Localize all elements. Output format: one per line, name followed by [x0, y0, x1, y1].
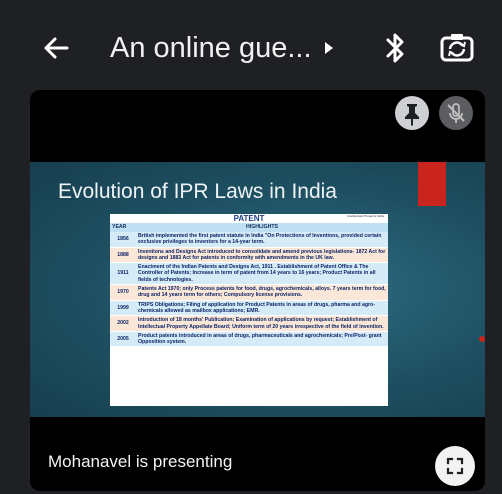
row-highlight: TRIPS Obligations; Filing of application…: [136, 300, 388, 317]
row-highlight: Enactment of the Indian Patents and Desi…: [136, 262, 388, 286]
row-year: 1856: [110, 232, 136, 248]
back-button[interactable]: [38, 30, 74, 66]
column-highlights-header: HIGHLIGHTS: [136, 223, 388, 232]
presenter-label: Mohanavel is presenting: [48, 452, 233, 471]
table-row: 1999 TRIPS Obligations; Filing of applic…: [110, 300, 388, 317]
top-app-bar: An online gue...: [0, 0, 502, 88]
row-year: 1970: [110, 284, 136, 301]
table-row: 1970 Patents Act 1970; only Process pate…: [110, 284, 388, 301]
ipr-history-table: YEAR HIGHLIGHTS 1856 British implemented…: [110, 223, 388, 348]
patent-table-title-text: PATENT: [233, 214, 265, 223]
row-year: 1911: [110, 262, 136, 286]
column-year-header: YEAR: [110, 223, 136, 232]
meeting-title[interactable]: An online gue...: [110, 28, 312, 68]
back-arrow-icon: [44, 37, 69, 59]
mic-off-icon: [447, 103, 465, 123]
slide-red-accent: [418, 162, 446, 206]
slide-title: Evolution of IPR Laws in India: [58, 180, 337, 203]
row-year: 2002: [110, 315, 136, 332]
table-row: 1856 British implemented the first paten…: [110, 232, 388, 248]
table-row: 2002 Introduction of 18 months' Publicat…: [110, 315, 388, 332]
row-highlight: Introduction of 18 months' Publication; …: [136, 315, 388, 332]
table-row: 1888 Inventions and Designs Act introduc…: [110, 247, 388, 264]
row-highlight: Inventions and Designs Act introduced to…: [136, 247, 388, 264]
shared-slide: Evolution of IPR Laws in India PATENT In…: [30, 162, 485, 417]
pin-icon: [405, 104, 419, 126]
pin-button[interactable]: [395, 96, 429, 130]
row-highlight: Product patents introduced in areas of d…: [136, 331, 388, 348]
caret-right-icon[interactable]: [322, 38, 336, 58]
row-year: 2005: [110, 331, 136, 348]
patent-table-title: PATENT Intellectual Property India: [110, 214, 388, 223]
row-highlight: British implemented the first patent sta…: [136, 232, 388, 248]
table-row: 2005 Product patents introduced in areas…: [110, 331, 388, 348]
table-row: 1911 Enactment of the Indian Patents and…: [110, 262, 388, 286]
row-highlight: Patents Act 1970; only Process patents f…: [136, 284, 388, 301]
mic-off-button[interactable]: [439, 96, 473, 130]
bluetooth-icon[interactable]: [380, 30, 410, 66]
presentation-tile[interactable]: Evolution of IPR Laws in India PATENT In…: [30, 90, 485, 491]
fullscreen-icon: [446, 457, 464, 475]
table-corner-note: Intellectual Property India: [347, 214, 384, 218]
fullscreen-button[interactable]: [435, 446, 475, 486]
slide-edge-marker: [479, 336, 485, 342]
patent-table: PATENT Intellectual Property India YEAR …: [110, 214, 388, 406]
row-year: 1888: [110, 247, 136, 264]
switch-camera-icon[interactable]: [438, 30, 476, 66]
row-year: 1999: [110, 300, 136, 317]
